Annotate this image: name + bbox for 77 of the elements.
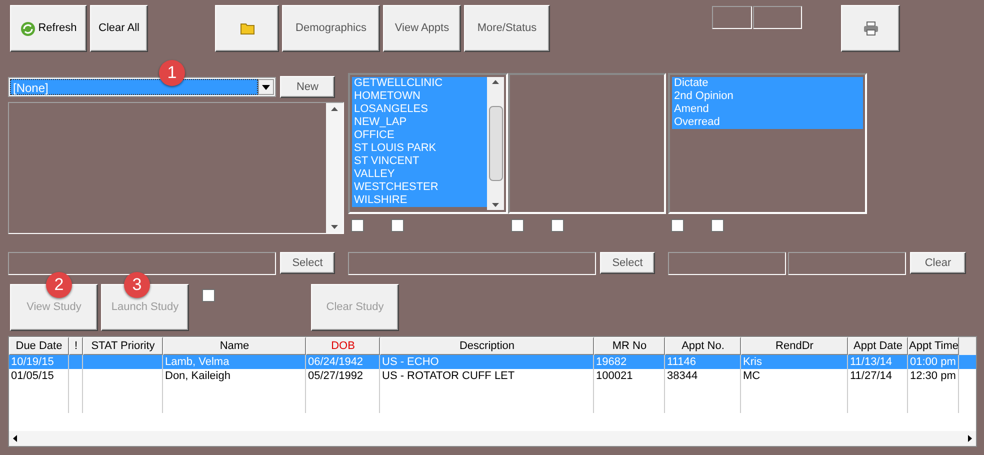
table-cell: MC xyxy=(741,369,848,383)
list-item[interactable]: ST VINCENT xyxy=(352,155,487,168)
column-header[interactable]: Appt Time xyxy=(908,337,959,355)
list-item[interactable]: Dictate xyxy=(672,77,863,90)
scroll-down-icon[interactable] xyxy=(331,225,338,229)
table-cell: 100021 xyxy=(594,369,665,383)
list-item[interactable]: VALLEY xyxy=(352,168,487,181)
clear-button[interactable]: Clear xyxy=(910,252,966,274)
list-item[interactable]: LOSANGELES xyxy=(352,103,487,116)
select-button[interactable]: Select xyxy=(280,252,335,274)
column-header[interactable]: ! xyxy=(69,337,83,355)
column-header[interactable]: Description xyxy=(380,337,594,355)
input-field[interactable] xyxy=(668,252,786,274)
empty-box xyxy=(712,6,752,29)
callout-badge: 1 xyxy=(159,60,185,86)
checkbox[interactable] xyxy=(351,219,364,232)
checkbox[interactable] xyxy=(391,219,404,232)
column-header[interactable]: Name xyxy=(163,337,306,355)
refresh-button[interactable]: Refresh xyxy=(10,5,87,52)
scrollbar[interactable] xyxy=(326,103,343,233)
column-header[interactable]: DOB xyxy=(306,337,380,355)
table-cell: 05/27/1992 xyxy=(306,369,380,383)
input-field[interactable] xyxy=(788,252,906,274)
column-header[interactable]: RendDr xyxy=(741,337,848,355)
input-field[interactable] xyxy=(348,252,596,274)
column-header[interactable]: MR No xyxy=(594,337,665,355)
list-item[interactable]: GETWELLCLINIC xyxy=(352,77,487,90)
scroll-left-icon[interactable] xyxy=(13,435,17,442)
list-item[interactable]: Overread xyxy=(672,116,863,129)
list-box[interactable]: GETWELLCLINIC HOMETOWN LOSANGELES NEW_LAP OFFICE ST LOUIS PARK ST VINCENT VALLEY WESTCHESTER WILSHIRE xyxy=(348,73,508,214)
list-item[interactable]: Amend xyxy=(672,103,863,116)
scroll-up-icon[interactable] xyxy=(331,107,338,111)
table-cell: 38344 xyxy=(665,369,741,383)
column-header[interactable]: STAT Priority xyxy=(83,337,163,355)
checkbox[interactable] xyxy=(711,219,724,232)
scroll-up-icon[interactable] xyxy=(492,80,499,84)
checkbox[interactable] xyxy=(511,219,524,232)
refresh-icon xyxy=(20,20,36,36)
checkbox[interactable] xyxy=(202,289,215,302)
callout-badge: 3 xyxy=(124,272,150,298)
list-item[interactable]: 2nd Opinion xyxy=(672,90,863,103)
checkbox[interactable] xyxy=(671,219,684,232)
print-button[interactable] xyxy=(841,5,900,52)
printer-icon xyxy=(862,20,878,36)
list-item[interactable]: ST LOUIS PARK xyxy=(352,142,487,155)
column-header[interactable]: Appt Date xyxy=(848,337,908,355)
column-header[interactable]: Appt No. xyxy=(665,337,741,355)
list-item[interactable]: NEW_LAP xyxy=(352,116,487,129)
scrollbar[interactable] xyxy=(487,77,504,210)
column-header[interactable]: Due Date xyxy=(9,337,69,355)
input-field[interactable] xyxy=(8,252,276,274)
table-cell: 12:30 pm xyxy=(908,369,959,383)
table-row[interactable]: 10/19/15 Lamb, Velma 06/24/1942 US - ECHO 19682 11146 Kris 11/13/14 01:00 pm xyxy=(9,355,976,369)
table-cell: Don, Kaileigh xyxy=(163,369,306,383)
select-button[interactable]: Select xyxy=(600,252,655,274)
dropdown-value: [None] xyxy=(10,79,258,95)
table-cell: US - ROTATOR CUFF LET xyxy=(380,369,594,383)
horizontal-scrollbar[interactable] xyxy=(9,431,976,446)
list-item[interactable]: WESTCHESTER xyxy=(352,181,487,194)
list-box[interactable] xyxy=(508,73,666,214)
new-button[interactable]: New xyxy=(280,76,335,98)
dropdown[interactable]: [None] xyxy=(8,77,276,97)
toolbar-button[interactable]: Clear All xyxy=(90,5,148,52)
list-item[interactable]: OFFICE xyxy=(352,129,487,142)
folder-button[interactable] xyxy=(215,5,279,52)
list-box[interactable]: Dictate 2nd Opinion Amend Overread xyxy=(668,73,867,214)
list-item[interactable]: WILSHIRE xyxy=(352,194,487,207)
empty-box xyxy=(753,6,802,29)
table-cell: 01/05/15 xyxy=(9,369,69,383)
list-item[interactable]: HOMETOWN xyxy=(352,90,487,103)
folder-icon xyxy=(240,22,254,35)
checkbox[interactable] xyxy=(551,219,564,232)
callout-badge: 2 xyxy=(46,272,72,298)
scroll-right-icon[interactable] xyxy=(968,435,972,442)
text-area[interactable] xyxy=(8,102,344,234)
table-cell: 11/27/14 xyxy=(848,369,908,383)
scroll-down-icon[interactable] xyxy=(492,203,499,207)
